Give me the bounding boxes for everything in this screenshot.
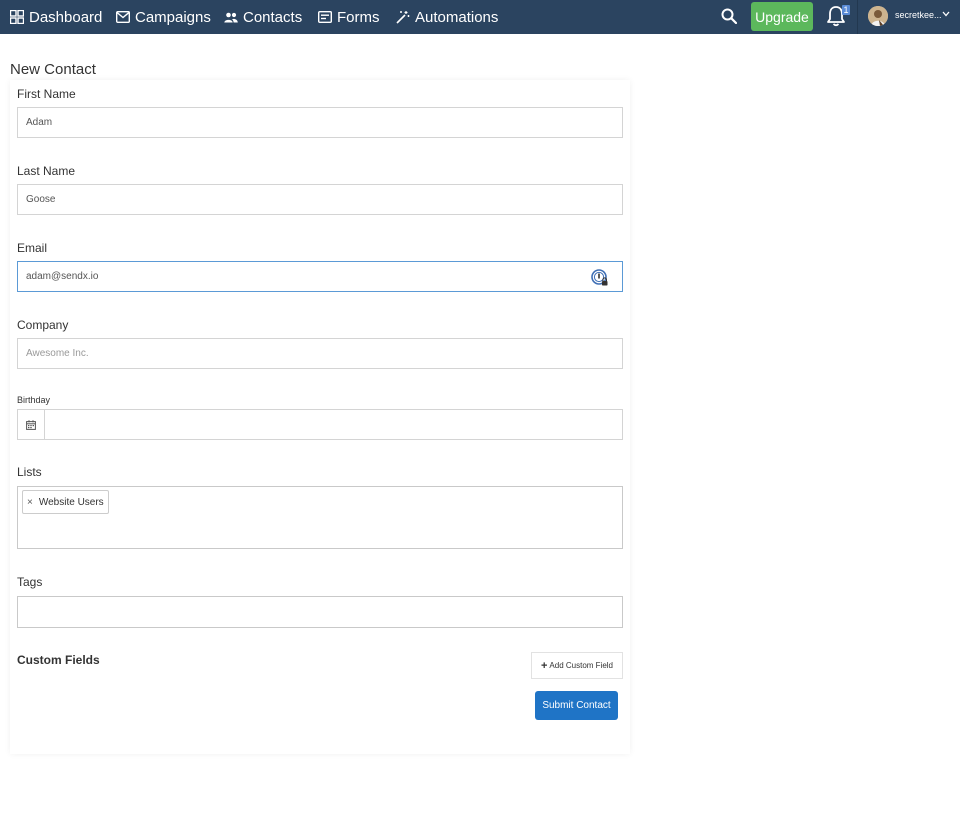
list-chip-website-users: × Website Users xyxy=(22,490,109,514)
lists-label: Lists xyxy=(17,465,42,479)
chevron-down-icon[interactable] xyxy=(942,11,950,17)
nav-divider xyxy=(857,0,858,34)
company-label: Company xyxy=(17,318,69,332)
dashboard-icon xyxy=(10,10,24,24)
submit-contact-button[interactable]: Submit Contact xyxy=(535,691,618,720)
last-name-label: Last Name xyxy=(17,164,76,178)
envelope-icon xyxy=(116,11,130,23)
form-icon xyxy=(318,11,332,23)
nav-dashboard-label: Dashboard xyxy=(29,8,103,26)
plus-icon: + xyxy=(540,659,548,672)
remove-chip-icon[interactable]: × xyxy=(27,497,33,508)
nav-dashboard[interactable]: Dashboard xyxy=(10,0,102,34)
people-icon xyxy=(224,12,238,22)
custom-fields-heading: Custom Fields xyxy=(17,653,100,667)
email-field[interactable]: adam@sendx.io xyxy=(17,261,623,292)
avatar[interactable] xyxy=(868,6,888,26)
lists-select[interactable]: × Website Users xyxy=(17,486,623,549)
search-icon[interactable] xyxy=(721,8,737,24)
upgrade-button[interactable]: Upgrade xyxy=(751,2,813,31)
add-custom-field-button[interactable]: + Add Custom Field xyxy=(531,652,623,679)
first-name-value: Adam xyxy=(26,117,53,128)
notification-badge: 1 xyxy=(842,5,850,15)
last-name-value: Goose xyxy=(26,194,56,205)
first-name-input[interactable]: Adam xyxy=(17,107,623,138)
email-value: adam@sendx.io xyxy=(26,271,99,282)
nav-automations-label: Automations xyxy=(415,8,499,26)
password-manager-icon[interactable] xyxy=(591,269,608,286)
email-label: Email xyxy=(17,241,48,255)
nav-forms[interactable]: Forms xyxy=(318,0,380,34)
birthday-field xyxy=(17,409,623,440)
company-placeholder: Awesome Inc. xyxy=(26,348,89,359)
top-navbar: Dashboard Campaigns Contacts Forms Autom… xyxy=(0,0,960,34)
first-name-label: First Name xyxy=(17,87,76,101)
tags-input[interactable] xyxy=(17,596,623,628)
user-name[interactable]: secretkee... xyxy=(895,10,942,20)
tags-label: Tags xyxy=(17,575,43,589)
birthday-input[interactable] xyxy=(45,410,622,439)
company-input[interactable]: Awesome Inc. xyxy=(17,338,623,369)
birthday-label: Birthday xyxy=(17,395,51,405)
calendar-button[interactable] xyxy=(18,410,45,439)
nav-forms-label: Forms xyxy=(337,8,380,26)
user-avatar-icon xyxy=(868,6,888,26)
add-custom-field-label: Add Custom Field xyxy=(549,661,614,670)
nav-automations[interactable]: Automations xyxy=(396,0,498,34)
list-chip-label: Website Users xyxy=(38,496,104,508)
nav-contacts[interactable]: Contacts xyxy=(224,0,302,34)
nav-contacts-label: Contacts xyxy=(243,8,303,26)
last-name-input[interactable]: Goose xyxy=(17,184,623,215)
magic-wand-icon xyxy=(396,11,410,24)
nav-campaigns-label: Campaigns xyxy=(135,8,211,26)
page-title: New Contact xyxy=(10,61,96,78)
calendar-icon xyxy=(26,419,36,430)
nav-campaigns[interactable]: Campaigns xyxy=(116,0,211,34)
